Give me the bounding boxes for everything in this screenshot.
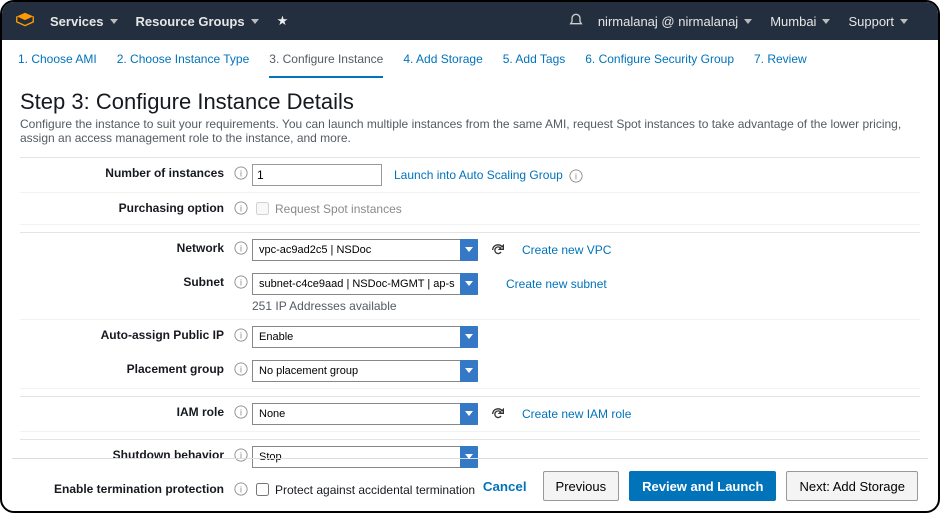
menu-account[interactable]: nirmalanaj @ nirmalanaj	[598, 14, 752, 29]
menu-support[interactable]: Support	[848, 14, 908, 29]
subnet-select[interactable]: subnet-c4ce9aad | NSDoc-MGMT | ap-south-…	[252, 273, 478, 295]
next-button[interactable]: Next: Add Storage	[786, 471, 918, 501]
request-spot-label: Request Spot instances	[275, 202, 402, 216]
info-icon[interactable]: i	[230, 199, 252, 215]
review-launch-button[interactable]: Review and Launch	[629, 471, 776, 501]
create-iam-role-link[interactable]: Create new IAM role	[522, 407, 631, 421]
step-configure-instance[interactable]: 3. Configure Instance	[269, 50, 383, 78]
step-add-storage[interactable]: 4. Add Storage	[403, 50, 482, 78]
label-num-instances: Number of instances	[20, 164, 230, 180]
info-icon[interactable]: i	[230, 273, 252, 289]
svg-text:i: i	[240, 169, 242, 179]
bell-icon[interactable]	[568, 13, 584, 29]
refresh-icon[interactable]	[490, 242, 506, 258]
svg-text:i: i	[240, 365, 242, 375]
label-purchasing: Purchasing option	[20, 199, 230, 215]
step-add-tags[interactable]: 5. Add Tags	[503, 50, 566, 78]
info-icon[interactable]: i	[230, 403, 252, 419]
info-icon[interactable]: i	[567, 167, 585, 183]
svg-text:i: i	[240, 244, 242, 254]
launch-asg-link[interactable]: Launch into Auto Scaling Group	[394, 168, 563, 182]
svg-text:i: i	[240, 331, 242, 341]
label-network: Network	[20, 239, 230, 255]
label-placement: Placement group	[20, 360, 230, 376]
cancel-button[interactable]: Cancel	[477, 478, 533, 495]
page-title: Step 3: Configure Instance Details	[20, 89, 920, 115]
page-description: Configure the instance to suit your requ…	[20, 117, 920, 145]
refresh-icon[interactable]	[490, 406, 506, 422]
chevron-down-icon	[251, 19, 259, 24]
aws-logo-icon[interactable]	[14, 10, 36, 32]
menu-pin[interactable]: ★	[277, 13, 289, 29]
info-icon[interactable]: i	[230, 239, 252, 255]
chevron-down-icon	[744, 19, 752, 24]
create-subnet-link[interactable]: Create new subnet	[506, 277, 607, 291]
info-icon[interactable]: i	[230, 164, 252, 180]
step-choose-instance-type[interactable]: 2. Choose Instance Type	[117, 50, 250, 78]
subnet-helper: 251 IP Addresses available	[252, 299, 920, 313]
label-subnet: Subnet	[20, 273, 230, 289]
wizard-steps: 1. Choose AMI 2. Choose Instance Type 3.…	[2, 40, 938, 79]
info-icon[interactable]: i	[230, 360, 252, 376]
svg-text:i: i	[575, 172, 577, 182]
chevron-down-icon	[110, 19, 118, 24]
label-auto-public-ip: Auto-assign Public IP	[20, 326, 230, 342]
step-choose-ami[interactable]: 1. Choose AMI	[18, 50, 97, 78]
iam-role-select[interactable]: None	[252, 403, 478, 425]
info-icon[interactable]: i	[230, 326, 252, 342]
network-select[interactable]: vpc-ac9ad2c5 | NSDoc	[252, 239, 478, 261]
create-vpc-link[interactable]: Create new VPC	[522, 243, 611, 257]
step-review[interactable]: 7. Review	[754, 50, 807, 78]
svg-text:i: i	[240, 408, 242, 418]
request-spot-checkbox[interactable]	[256, 202, 269, 215]
top-nav: Services Resource Groups ★ nirmalanaj @ …	[2, 2, 938, 40]
placement-select[interactable]: No placement group	[252, 360, 478, 382]
menu-region[interactable]: Mumbai	[770, 14, 830, 29]
menu-services[interactable]: Services	[50, 14, 118, 29]
label-iam-role: IAM role	[20, 403, 230, 419]
num-instances-input[interactable]	[252, 164, 382, 186]
svg-text:i: i	[240, 278, 242, 288]
footer-actions: Cancel Previous Review and Launch Next: …	[12, 458, 928, 501]
menu-resource-groups[interactable]: Resource Groups	[136, 14, 259, 29]
step-security-group[interactable]: 6. Configure Security Group	[585, 50, 734, 78]
chevron-down-icon	[900, 19, 908, 24]
previous-button[interactable]: Previous	[543, 471, 620, 501]
chevron-down-icon	[822, 19, 830, 24]
auto-public-ip-select[interactable]: Enable	[252, 326, 478, 348]
svg-text:i: i	[240, 204, 242, 214]
